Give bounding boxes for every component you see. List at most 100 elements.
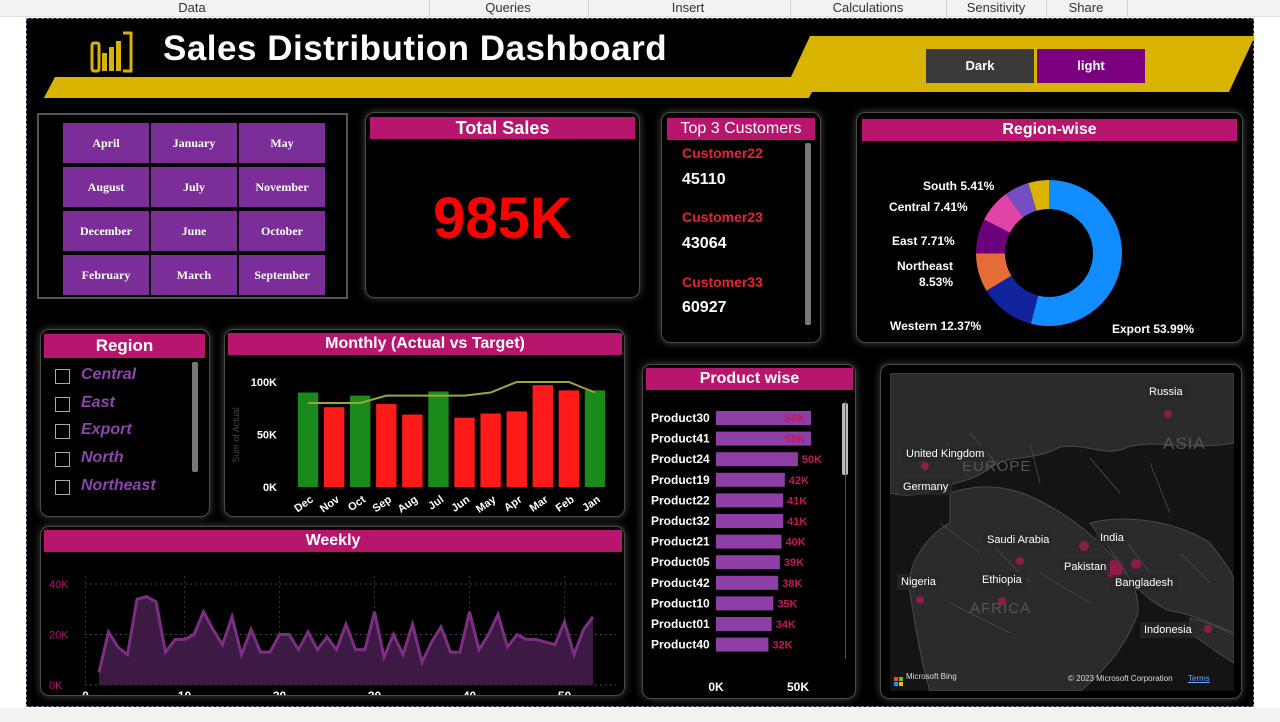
region-option[interactable]: East — [55, 394, 195, 416]
customer-name: Customer23 — [682, 209, 763, 225]
product-data-label: 41K — [787, 495, 807, 507]
microsoft-logo-icon — [894, 673, 903, 686]
report-canvas: Sales Distribution Dashboard Dark light … — [26, 18, 1256, 707]
map-terms-link[interactable]: Terms — [1188, 674, 1210, 683]
month-button[interactable]: May — [239, 123, 325, 163]
product-label: Product40 — [651, 638, 710, 652]
total-sales-card: Total Sales 985K — [365, 112, 640, 298]
product-data-label: 32K — [772, 640, 792, 652]
map-label: Pakistan — [1060, 559, 1111, 575]
ribbon-tab-insert[interactable]: Insert — [648, 0, 728, 17]
checkbox[interactable] — [55, 369, 70, 384]
ribbon-separator — [1046, 0, 1047, 16]
map-land — [890, 373, 1234, 691]
monthly-bar — [506, 411, 527, 487]
ribbon-tab-data[interactable]: Data — [152, 0, 232, 17]
checkbox[interactable] — [55, 397, 70, 412]
y-tick-label: 0K — [263, 482, 277, 494]
product-bar — [716, 452, 798, 467]
product-data-label: 40K — [786, 537, 806, 549]
product-data-label: 58K — [785, 413, 805, 425]
region-option[interactable]: Export — [55, 421, 195, 443]
total-sales-value: 985K — [433, 186, 572, 251]
product-data-label: 35K — [777, 598, 797, 610]
donut-label: East 7.71% — [892, 234, 955, 248]
region-option[interactable]: Northeast — [55, 477, 195, 499]
x-tick-label: Jun — [449, 493, 472, 514]
ribbon-separator — [429, 0, 430, 16]
monthly-bar — [350, 395, 371, 487]
month-button[interactable]: September — [239, 255, 325, 295]
x-tick-label: Dec — [292, 494, 315, 515]
checkbox[interactable] — [55, 424, 70, 439]
x-tick-label: 40 — [463, 689, 477, 695]
x-tick-label: Mar — [528, 493, 551, 514]
product-bar — [716, 575, 779, 590]
light-theme-button[interactable]: light — [1037, 49, 1145, 83]
monthly-bar — [454, 417, 475, 487]
customer-value: 45110 — [682, 171, 726, 188]
map-view[interactable]: EUROPE ASIA AFRICA Russia United Kingdom… — [890, 373, 1234, 691]
product-data-label: 39K — [784, 557, 804, 569]
donut-label: Western 12.37% — [890, 319, 981, 333]
ribbon-tab-sensitivity[interactable]: Sensitivity — [956, 0, 1036, 17]
product-bar — [716, 596, 774, 611]
map-label: Saudi Arabia — [983, 532, 1054, 548]
checkbox[interactable] — [55, 480, 70, 495]
month-button[interactable]: November — [239, 167, 325, 207]
month-button[interactable]: December — [63, 211, 149, 251]
scrollbar[interactable] — [192, 362, 198, 472]
month-button[interactable]: August — [63, 167, 149, 207]
monthly-bar — [480, 413, 501, 487]
month-button[interactable]: July — [151, 167, 237, 207]
product-label: Product41 — [651, 432, 710, 446]
x-tick-label: Nov — [318, 493, 343, 515]
monthly-bar — [376, 404, 397, 487]
region-option-label: Export — [81, 421, 132, 438]
x-tick-label: Aug — [396, 494, 420, 516]
month-button[interactable]: June — [151, 211, 237, 251]
region-option-label: Northeast — [81, 477, 156, 494]
map-label: Indonesia — [1140, 622, 1196, 638]
dark-theme-button[interactable]: Dark — [926, 49, 1034, 83]
month-button[interactable]: February — [63, 255, 149, 295]
customer-value: 60927 — [682, 299, 727, 316]
product-bar — [716, 534, 782, 549]
ribbon-tab-share[interactable]: Share — [1056, 0, 1116, 17]
y-tick-label: 100K — [251, 377, 277, 389]
product-label: Product10 — [651, 596, 710, 610]
total-sales-title: Total Sales — [370, 117, 635, 139]
region-option[interactable]: Central — [55, 366, 195, 388]
product-bar-chart: Product30 58K Product41 58K Product24 50K Prod… — [651, 411, 822, 694]
status-bar — [0, 708, 1280, 722]
weekly-area-chart: 0K 20K 40K 0 10 20 30 40 50 — [49, 576, 616, 695]
monthly-bar — [323, 407, 345, 487]
x-tick-label: 50 — [558, 689, 572, 695]
month-button[interactable]: March — [151, 255, 237, 295]
product-bar — [716, 514, 784, 528]
scrollbar[interactable] — [805, 143, 811, 325]
x-tick-label: 0 — [82, 689, 89, 695]
x-tick-label: 10 — [178, 689, 192, 695]
region-option[interactable]: North — [55, 449, 195, 471]
product-bar — [716, 555, 780, 570]
x-tick-label: 20 — [273, 689, 287, 695]
month-button[interactable]: October — [239, 211, 325, 251]
product-data-label: 38K — [782, 578, 802, 590]
weekly-chart-card: Weekly 0K20K40K01020304050 — [40, 526, 625, 696]
y-tick-label: 50K — [257, 430, 277, 442]
product-data-label: 50K — [802, 454, 822, 466]
month-button[interactable]: January — [151, 123, 237, 163]
x-tick-label: Sep — [371, 493, 395, 515]
month-button[interactable]: April — [63, 123, 149, 163]
monthly-bar-chart: 0K 50K 100K Sum of Actual Dec Nov Oct Sep Aug Jul… — [231, 377, 606, 516]
monthly-chart-card: Monthly (Actual vs Target) 0K 50K 100K Sum … — [224, 329, 625, 517]
checkbox[interactable] — [55, 452, 70, 467]
ribbon-tab-queries[interactable]: Queries — [468, 0, 548, 17]
x-tick-label: 30 — [368, 689, 382, 695]
region-option-label: North — [81, 449, 124, 466]
ribbon-tab-calculations[interactable]: Calculations — [818, 0, 918, 17]
monthly-bar — [402, 414, 423, 487]
map-label: India — [1096, 530, 1128, 546]
customer-name: Customer33 — [682, 274, 763, 290]
